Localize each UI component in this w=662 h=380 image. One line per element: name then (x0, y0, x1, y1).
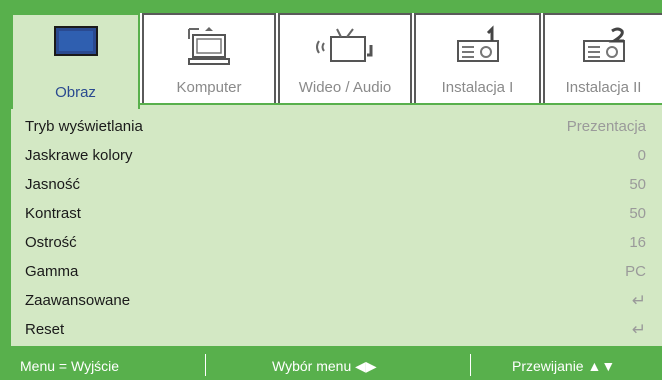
row-value: 50 (629, 205, 646, 222)
row-label: Reset (25, 321, 65, 338)
tab-obraz[interactable]: Obraz (11, 13, 140, 109)
tab-label: Wideo / Audio (298, 79, 392, 96)
menu-row-jasnosc[interactable]: Jasność 50 (25, 170, 646, 199)
row-value: 50 (629, 176, 646, 193)
divider (205, 354, 206, 376)
monitor-icon (53, 25, 99, 66)
enter-icon: ↵ (631, 320, 646, 339)
projector-setup-1-icon (450, 25, 506, 72)
row-value: PC (625, 263, 646, 280)
row-value: Prezentacja (566, 118, 646, 135)
tab-label: Komputer (176, 79, 242, 96)
projector-setup-2-icon (576, 25, 632, 72)
row-value: 0 (637, 147, 646, 164)
row-label: Ostrość (25, 234, 77, 251)
menu-row-gamma[interactable]: Gamma PC (25, 257, 646, 286)
menu-select-hint: Wybór menu ◀▶ (272, 358, 377, 374)
tab-label: Obraz (55, 84, 96, 101)
tab-instalacja-1[interactable]: Instalacja I (414, 13, 541, 106)
computer-icon (179, 25, 239, 72)
footer-hint-bar: Menu = Wyjście Wybór menu ◀▶ Przewijanie… (0, 352, 662, 380)
tab-label: Instalacja I (441, 79, 514, 96)
menu-row-tryb-wyswietlania[interactable]: Tryb wyświetlania Prezentacja (25, 112, 646, 141)
row-value: 16 (629, 234, 646, 251)
osd-menu: Obraz Komputer Wideo / Audio Instalacja … (11, 13, 662, 346)
menu-row-kontrast[interactable]: Kontrast 50 (25, 199, 646, 228)
settings-panel: Tryb wyświetlania Prezentacja Jaskrawe k… (11, 103, 662, 346)
row-label: Tryb wyświetlania (25, 118, 143, 135)
row-label: Zaawansowane (25, 292, 131, 309)
row-label: Kontrast (25, 205, 81, 222)
tab-label: Instalacja II (565, 79, 642, 96)
tab-instalacja-2[interactable]: Instalacja II (543, 13, 662, 106)
video-audio-icon (313, 25, 377, 72)
row-label: Jaskrawe kolory (25, 147, 133, 164)
menu-exit-hint: Menu = Wyjście (20, 358, 120, 374)
menu-row-ostrosc[interactable]: Ostrość 16 (25, 228, 646, 257)
menu-row-jaskrawe-kolory[interactable]: Jaskrawe kolory 0 (25, 141, 646, 170)
divider (470, 354, 471, 376)
row-label: Gamma (25, 263, 79, 280)
enter-icon: ↵ (631, 291, 646, 310)
menu-row-zaawansowane[interactable]: Zaawansowane ↵ (25, 286, 646, 315)
tab-komputer[interactable]: Komputer (142, 13, 276, 106)
scroll-hint: Przewijanie ▲▼ (512, 358, 616, 374)
menu-row-reset[interactable]: Reset ↵ (25, 315, 646, 344)
row-label: Jasność (25, 176, 81, 193)
tab-wideo-audio[interactable]: Wideo / Audio (278, 13, 412, 106)
